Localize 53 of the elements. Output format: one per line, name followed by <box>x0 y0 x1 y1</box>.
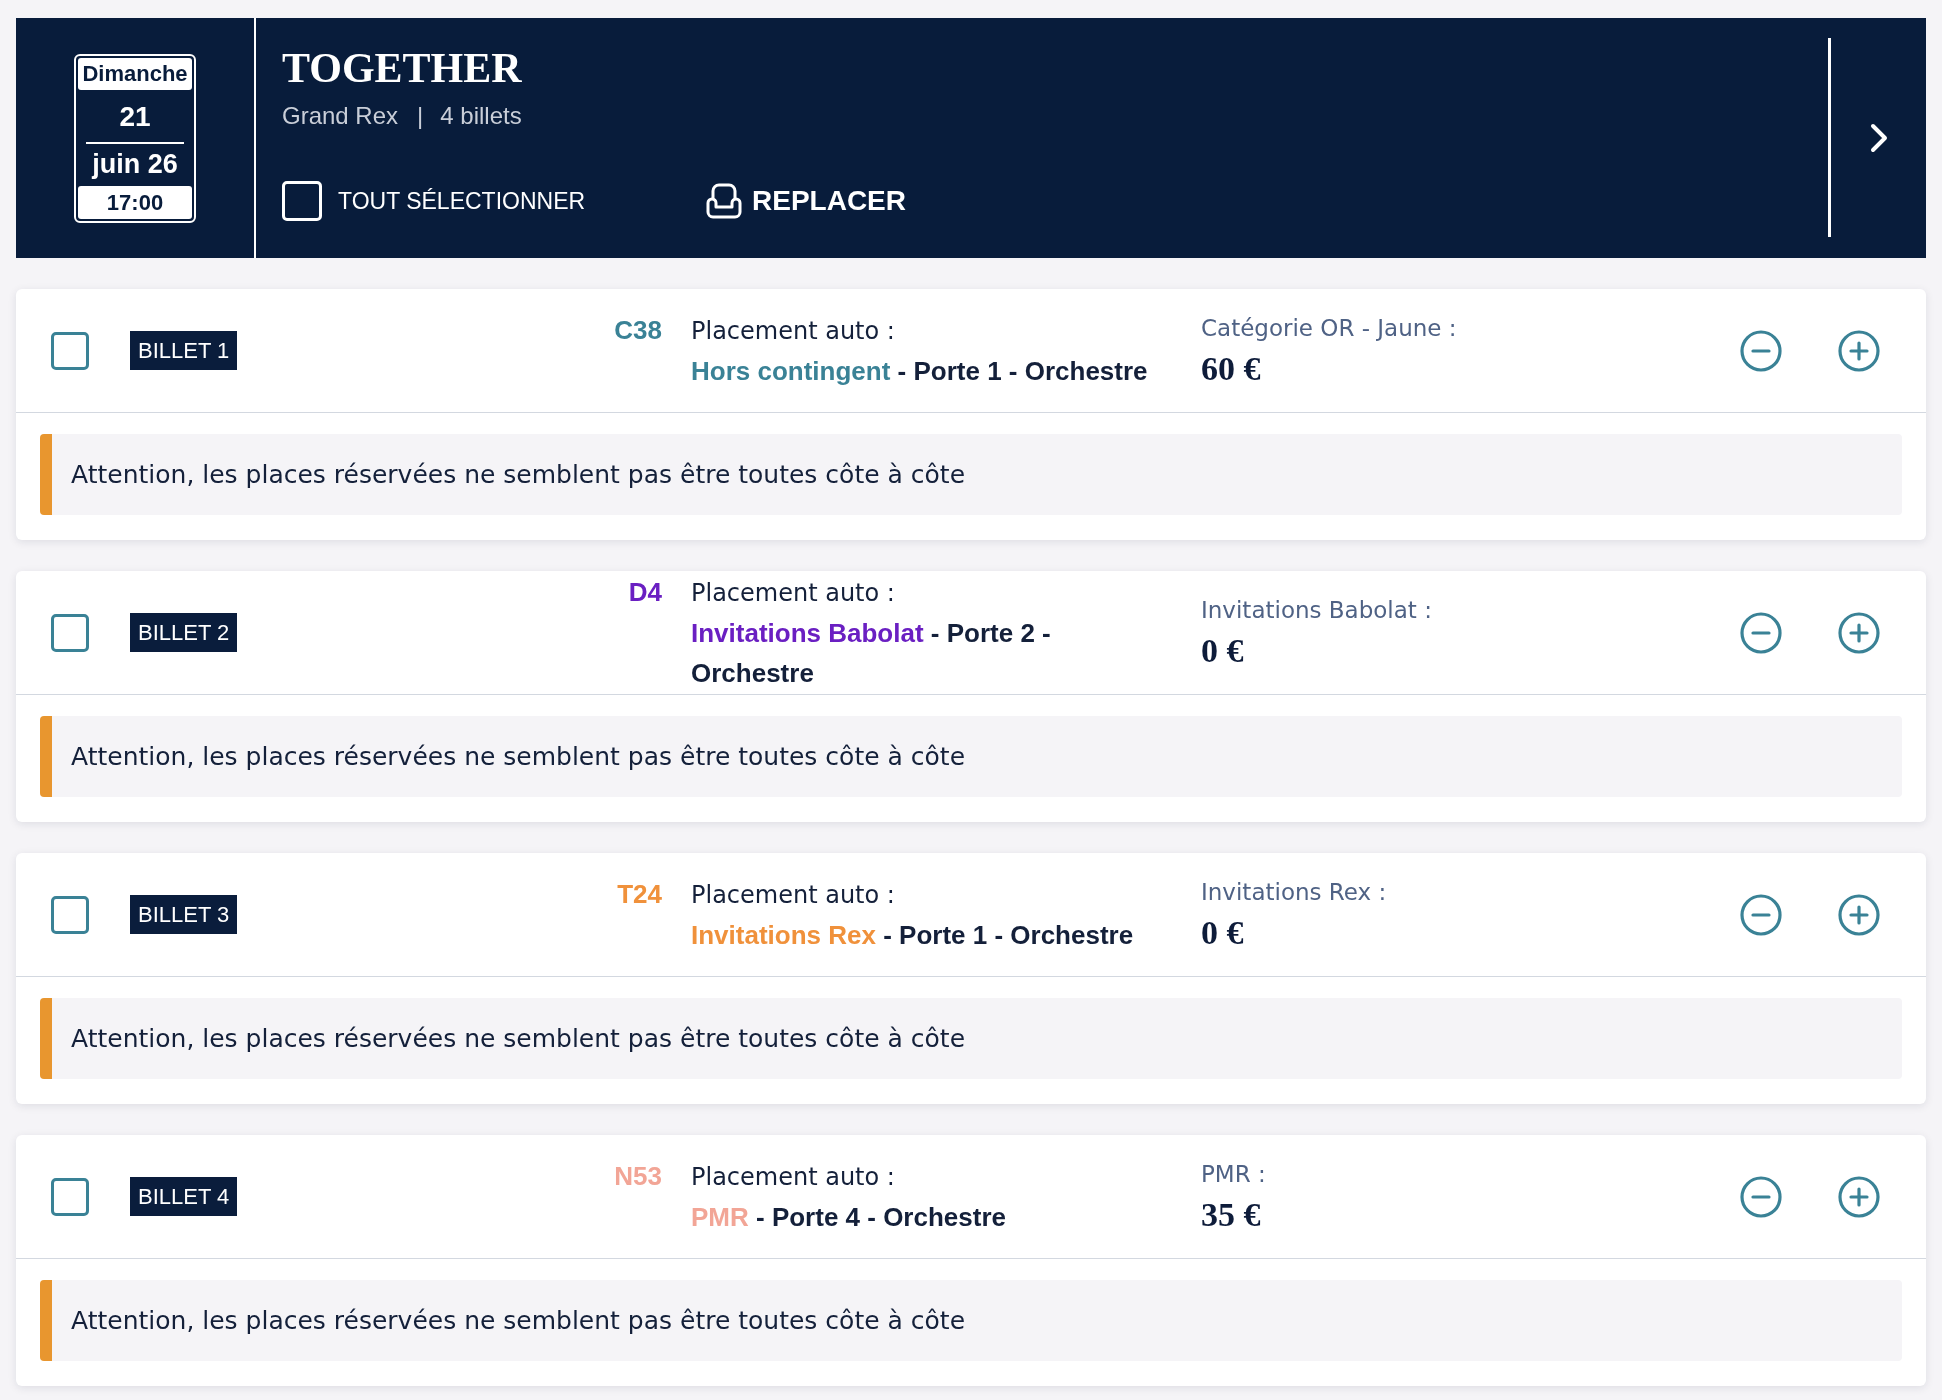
price-amount: 35 € <box>1201 1194 1262 1235</box>
price-amount: 0 € <box>1201 912 1245 953</box>
armchair-icon <box>706 183 742 219</box>
plus-circle-icon[interactable] <box>1838 329 1880 372</box>
seat-number: C38 <box>614 313 662 347</box>
ticket-label: BILLET 3 <box>130 895 238 934</box>
seat-number: D4 <box>628 575 662 609</box>
seat-details: Invitations Babolat - Porte 2 - Orchestre <box>691 616 1052 690</box>
seat-details: PMR - Porte 4 - Orchestre <box>691 1200 1007 1234</box>
ticket-checkbox[interactable] <box>51 613 89 652</box>
ticket-checkbox[interactable] <box>51 1177 89 1216</box>
ticket-label: BILLET 1 <box>130 331 238 370</box>
placement-label: Placement auto : <box>691 315 896 347</box>
event-title: TOGETHER <box>282 44 523 93</box>
minus-circle-icon[interactable] <box>1740 329 1782 372</box>
placement-label: Placement auto : <box>691 577 896 609</box>
chevron-right-icon[interactable] <box>1868 122 1889 154</box>
warning-banner: Attention, les places réservées ne semblent pas être toutes côte à côte <box>40 998 1902 1079</box>
placement-label: Placement auto : <box>691 1161 896 1193</box>
replace-button[interactable]: REPLACER <box>706 183 906 219</box>
venue-name: Grand Rex <box>282 101 399 131</box>
time-label: 17:00 <box>78 185 192 219</box>
warning-banner: Attention, les places réservées ne semblent pas être toutes côte à côte <box>40 434 1902 515</box>
ticket-label: BILLET 4 <box>130 1177 238 1216</box>
seat-number: T24 <box>617 877 662 911</box>
warning-banner: Attention, les places réservées ne semblent pas être toutes côte à côte <box>40 1280 1902 1361</box>
ticket-checkbox[interactable] <box>51 895 89 934</box>
weekday-label: Dimanche <box>78 57 192 90</box>
price-amount: 60 € <box>1201 348 1262 389</box>
seat-details: Invitations Rex - Porte 1 - Orchestre <box>691 918 1135 952</box>
price-category: Catégorie OR - Jaune : <box>1201 313 1458 343</box>
day-number: 21 <box>118 99 152 134</box>
price-category: PMR : <box>1201 1159 1267 1189</box>
ticket-label: BILLET 2 <box>130 613 238 652</box>
subtitle-separator: | <box>417 101 424 131</box>
plus-circle-icon[interactable] <box>1838 893 1880 936</box>
warning-banner: Attention, les places réservées ne semblent pas être toutes côte à côte <box>40 716 1902 797</box>
month-year: juin 26 <box>90 147 179 181</box>
ticket-checkbox[interactable] <box>51 331 89 370</box>
seat-number: N53 <box>614 1159 662 1193</box>
price-category: Invitations Babolat : <box>1201 595 1433 625</box>
price-amount: 0 € <box>1201 630 1245 671</box>
seat-details: Hors contingent - Porte 1 - Orchestre <box>691 354 1149 388</box>
placement-label: Placement auto : <box>691 879 896 911</box>
minus-circle-icon[interactable] <box>1740 893 1782 936</box>
plus-circle-icon[interactable] <box>1838 611 1880 654</box>
price-category: Invitations Rex : <box>1201 877 1388 907</box>
minus-circle-icon[interactable] <box>1740 611 1782 654</box>
select-all-label[interactable]: TOUT SÉLECTIONNER <box>338 187 586 215</box>
ticket-count: 4 billets <box>440 101 522 131</box>
select-all-checkbox[interactable] <box>282 181 322 221</box>
minus-circle-icon[interactable] <box>1740 1175 1782 1218</box>
plus-circle-icon[interactable] <box>1838 1175 1880 1218</box>
